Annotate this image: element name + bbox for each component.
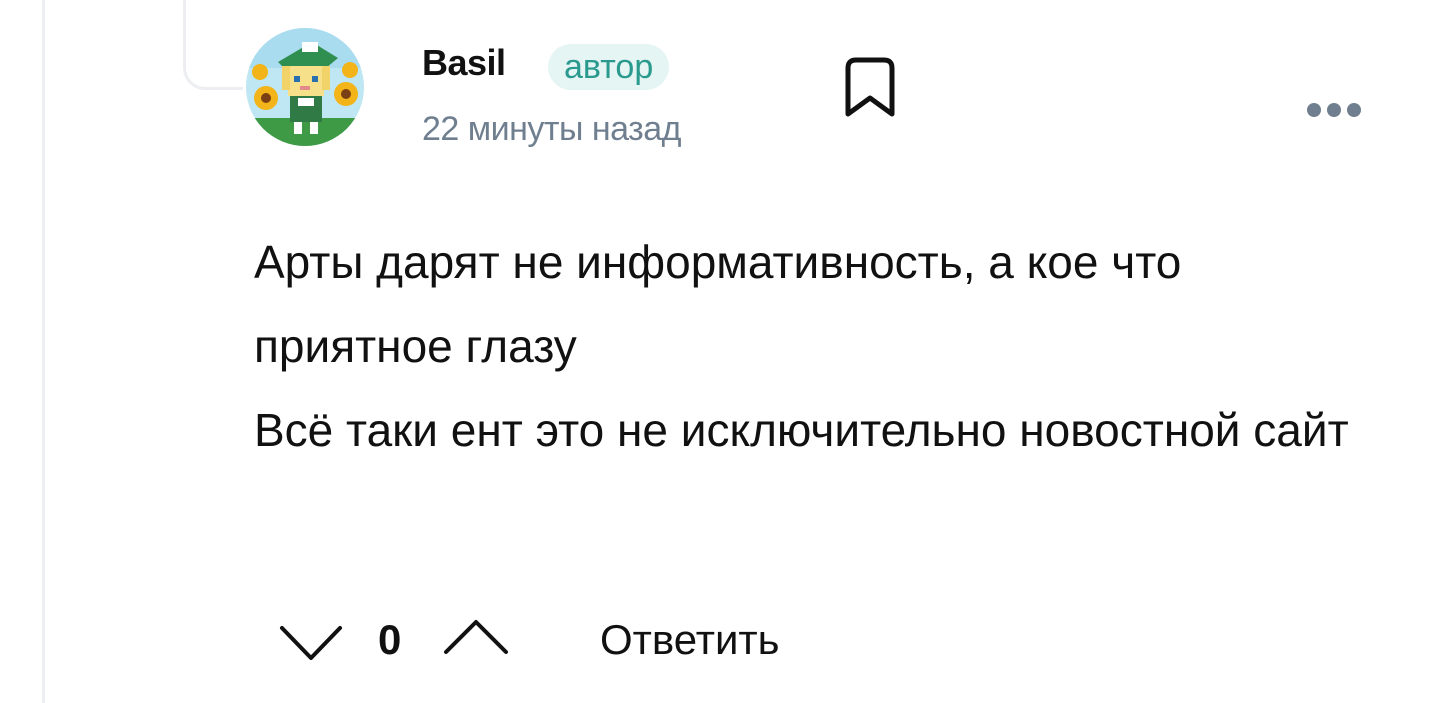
bookmark-icon [845, 57, 895, 117]
bookmark-button[interactable] [838, 56, 902, 120]
avatar-image [246, 28, 364, 146]
comment-paragraph: Всё таки ент это не исключительно новост… [254, 404, 1349, 456]
more-horizontal-icon [1307, 103, 1361, 117]
vote-count: 0 [378, 616, 402, 663]
thread-connector [183, 0, 243, 90]
comment-paragraph: Арты дарят не информативность, а кое что… [254, 236, 1182, 372]
avatar[interactable] [246, 28, 364, 146]
vote-down-button[interactable] [276, 618, 346, 668]
comment-timestamp: 22 минуты назад [422, 110, 682, 148]
more-options-button[interactable] [1300, 92, 1372, 128]
author-badge: автор [548, 44, 670, 90]
comment-body: Арты дарят не информативность, а кое что… [254, 220, 1374, 472]
vote-up-button[interactable] [440, 612, 512, 662]
author-name[interactable]: Basil [422, 42, 506, 84]
reply-button[interactable]: Ответить [600, 616, 780, 664]
thread-line [42, 0, 45, 703]
chevron-up-icon [444, 620, 508, 654]
chevron-down-icon [280, 626, 342, 660]
